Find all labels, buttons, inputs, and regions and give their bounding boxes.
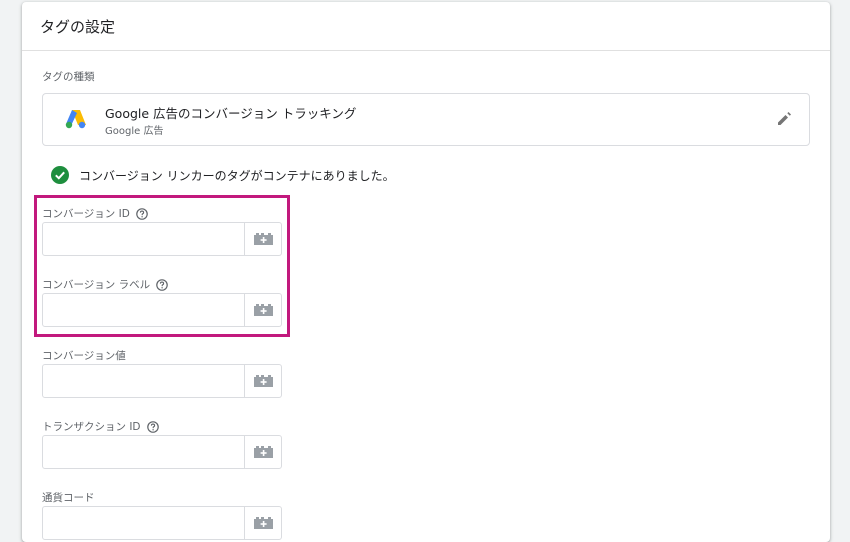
help-icon[interactable] (156, 278, 168, 291)
currency-code-input[interactable] (43, 507, 245, 539)
card-title: タグの設定 (40, 18, 116, 36)
conversion-id-label: コンバージョン ID (42, 206, 148, 221)
variable-icon (254, 375, 273, 387)
variable-icon (254, 517, 273, 529)
transaction-id-input[interactable] (43, 436, 245, 468)
currency-code-field (42, 506, 282, 540)
tag-type-name: Google 広告のコンバージョン トラッキング (105, 106, 357, 121)
conversion-label-label-text: コンバージョン ラベル (42, 279, 151, 291)
notice-text: コンバージョン リンカーのタグがコンテナにありました。 (79, 169, 395, 183)
tag-type-selector[interactable]: Google 広告のコンバージョン トラッキング Google 広告 (42, 93, 810, 146)
conversion-value-variable-button[interactable] (244, 365, 281, 397)
google-ads-logo-icon (65, 110, 86, 129)
conversion-id-label-text: コンバージョン ID (42, 208, 130, 220)
conversion-label-input[interactable] (43, 294, 245, 326)
currency-code-variable-button[interactable] (244, 507, 281, 539)
conversion-label-label: コンバージョン ラベル (42, 277, 168, 292)
check-circle-icon (51, 166, 69, 184)
currency-code-label-text: 通貨コード (42, 492, 95, 504)
transaction-id-label-text: トランザクション ID (42, 421, 141, 433)
help-icon[interactable] (146, 420, 159, 433)
transaction-id-variable-button[interactable] (244, 436, 281, 468)
conversion-value-label: コンバージョン値 (42, 348, 126, 363)
conversion-id-variable-button[interactable] (244, 223, 281, 255)
variable-icon (254, 233, 273, 245)
conversion-label-variable-button[interactable] (244, 294, 281, 326)
card-header: タグの設定 (22, 2, 830, 51)
conversion-value-label-text: コンバージョン値 (42, 350, 126, 362)
conversion-value-field (42, 364, 282, 398)
tag-type-label: タグの種類 (42, 71, 95, 83)
transaction-id-field (42, 435, 282, 469)
help-icon[interactable] (136, 207, 148, 220)
tag-type-subtitle: Google 広告 (105, 126, 164, 137)
variable-icon (254, 304, 273, 316)
conversion-id-input[interactable] (43, 223, 245, 255)
conversion-value-input[interactable] (43, 365, 245, 397)
pencil-icon[interactable] (776, 111, 792, 127)
variable-icon (254, 446, 273, 458)
conversion-id-field (42, 222, 282, 256)
transaction-id-label: トランザクション ID (42, 419, 159, 434)
tag-configuration-card: タグの設定 タグの種類 Google 広告のコンバージョン トラッキング Goo… (22, 2, 830, 542)
conversion-label-field (42, 293, 282, 327)
currency-code-label: 通貨コード (42, 490, 95, 505)
